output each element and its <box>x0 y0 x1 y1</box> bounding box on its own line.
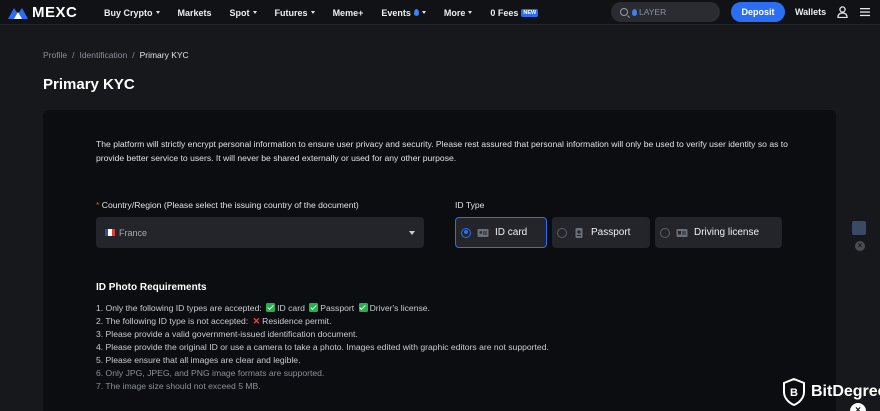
check-icon <box>309 303 319 312</box>
check-icon <box>358 303 368 312</box>
id-card-icon <box>477 228 489 237</box>
nav-buy-crypto[interactable]: Buy Crypto <box>104 8 160 18</box>
search-value-text: LAYER <box>639 7 667 17</box>
menu-icon[interactable] <box>860 7 870 17</box>
requirement-item: 1. Only the following ID types are accep… <box>96 302 549 315</box>
wallets-link[interactable]: Wallets <box>795 7 826 17</box>
nav-label: Markets <box>177 7 212 18</box>
rejected-type: Residence permit. <box>262 316 332 326</box>
breadcrumb: Profile / Identification / Primary KYC <box>43 50 189 60</box>
requirement-item: 4. Please provide the original ID or use… <box>96 342 549 352</box>
driving-license-icon <box>676 228 688 237</box>
requirements-list: 1. Only the following ID types are accep… <box>96 302 549 393</box>
country-value: France <box>119 227 148 238</box>
nav-label: Buy Crypto <box>104 7 153 18</box>
privacy-notice: The platform will strictly encrypt perso… <box>96 139 788 163</box>
accepted-type: Driver's license. <box>369 303 430 313</box>
breadcrumb-separator: / <box>132 50 135 60</box>
nav-label: 0 Fees <box>490 7 519 18</box>
accepted-type: ID card <box>277 303 305 313</box>
passport-icon <box>575 227 583 238</box>
breadcrumb-separator: / <box>72 50 75 60</box>
accepted-type: Passport <box>320 303 355 313</box>
check-icon <box>266 303 276 312</box>
chevron-down-icon <box>252 11 257 14</box>
requirement-item: 5. Please ensure that all images are cle… <box>96 355 301 365</box>
nav-spot[interactable]: Spot <box>230 8 257 18</box>
search-input[interactable]: LAYER <box>611 2 720 22</box>
search-value: LAYER <box>632 7 666 17</box>
radio-button <box>461 227 471 238</box>
requirements-title: ID Photo Requirements <box>96 282 207 293</box>
chevron-down-icon <box>310 11 315 14</box>
nav-label: Events <box>381 7 411 18</box>
id-type-option-passport[interactable]: Passport <box>552 217 650 248</box>
bitdegree-shield-icon: B <box>783 378 805 406</box>
nav-futures[interactable]: Futures <box>275 8 315 18</box>
breadcrumb-profile[interactable]: Profile <box>43 50 67 60</box>
logo-text: MEXC <box>32 4 78 21</box>
option-label: Driving license <box>694 227 760 238</box>
cross-icon: ✕ <box>252 316 261 326</box>
requirement-text: 1. Only the following ID types are accep… <box>96 303 262 313</box>
nav-label: Spot <box>229 7 250 18</box>
svg-text:B: B <box>790 387 798 399</box>
chevron-down-icon <box>409 231 415 235</box>
nav-markets[interactable]: Markets <box>178 8 212 18</box>
nav-events[interactable]: Events <box>381 8 426 18</box>
nav-meme-plus[interactable]: Meme+ <box>333 8 364 18</box>
translate-icon[interactable] <box>852 221 866 235</box>
drop-icon <box>413 9 419 16</box>
country-label: * Country/Region (Please select the issu… <box>96 200 359 210</box>
option-label: ID card <box>495 227 528 238</box>
requirement-item: 7. The image size should not exceed 5 MB… <box>96 381 261 391</box>
country-label-text: Country/Region (Please select the issuin… <box>101 200 359 210</box>
nav-label: Meme+ <box>332 7 364 18</box>
chevron-down-icon <box>468 11 473 14</box>
chevron-down-icon <box>155 11 160 14</box>
new-badge: NEW <box>521 8 539 17</box>
nav-more[interactable]: More <box>444 8 473 18</box>
user-icon[interactable] <box>837 6 848 18</box>
breadcrumb-current: Primary KYC <box>139 50 189 60</box>
watermark-text: BitDegree <box>811 383 880 400</box>
top-nav-bar: MEXC Buy Crypto Markets Spot Futures Mem… <box>0 0 880 25</box>
page-title: Primary KYC <box>43 76 135 93</box>
id-type-option-driving-license[interactable]: Driving license <box>655 217 782 248</box>
mexc-logo-icon <box>8 7 28 19</box>
radio-button <box>660 227 670 238</box>
drop-icon <box>632 8 637 16</box>
requirement-item: 3. Please provide a valid government-iss… <box>96 329 358 339</box>
deposit-button[interactable]: Deposit <box>731 2 785 22</box>
radio-button <box>557 227 567 238</box>
option-label: Passport <box>591 227 631 238</box>
nav-label: Futures <box>274 7 308 18</box>
requirement-item: 2. The following ID type is not accepted… <box>96 315 549 328</box>
requirement-text: 2. The following ID type is not accepted… <box>96 316 249 326</box>
search-icon <box>620 8 628 16</box>
france-flag-icon <box>105 229 115 236</box>
main-nav: Buy Crypto Markets Spot Futures Meme+ Ev… <box>104 0 556 25</box>
requirement-item: 6. Only JPG, JPEG, and PNG image formats… <box>96 368 325 378</box>
close-icon[interactable]: × <box>855 241 865 251</box>
nav-label: More <box>443 7 466 18</box>
mexc-logo[interactable]: MEXC <box>7 4 77 21</box>
chevron-down-icon <box>421 11 426 14</box>
nav-zero-fees[interactable]: 0 Fees NEW <box>490 7 539 18</box>
breadcrumb-identification[interactable]: Identification <box>79 50 127 60</box>
id-type-option-id-card[interactable]: ID card <box>455 217 547 248</box>
id-type-label: ID Type <box>455 200 485 210</box>
bitdegree-watermark: B BitDegree <box>782 378 880 406</box>
country-select[interactable]: France <box>96 217 424 248</box>
required-mark: * <box>96 200 100 210</box>
